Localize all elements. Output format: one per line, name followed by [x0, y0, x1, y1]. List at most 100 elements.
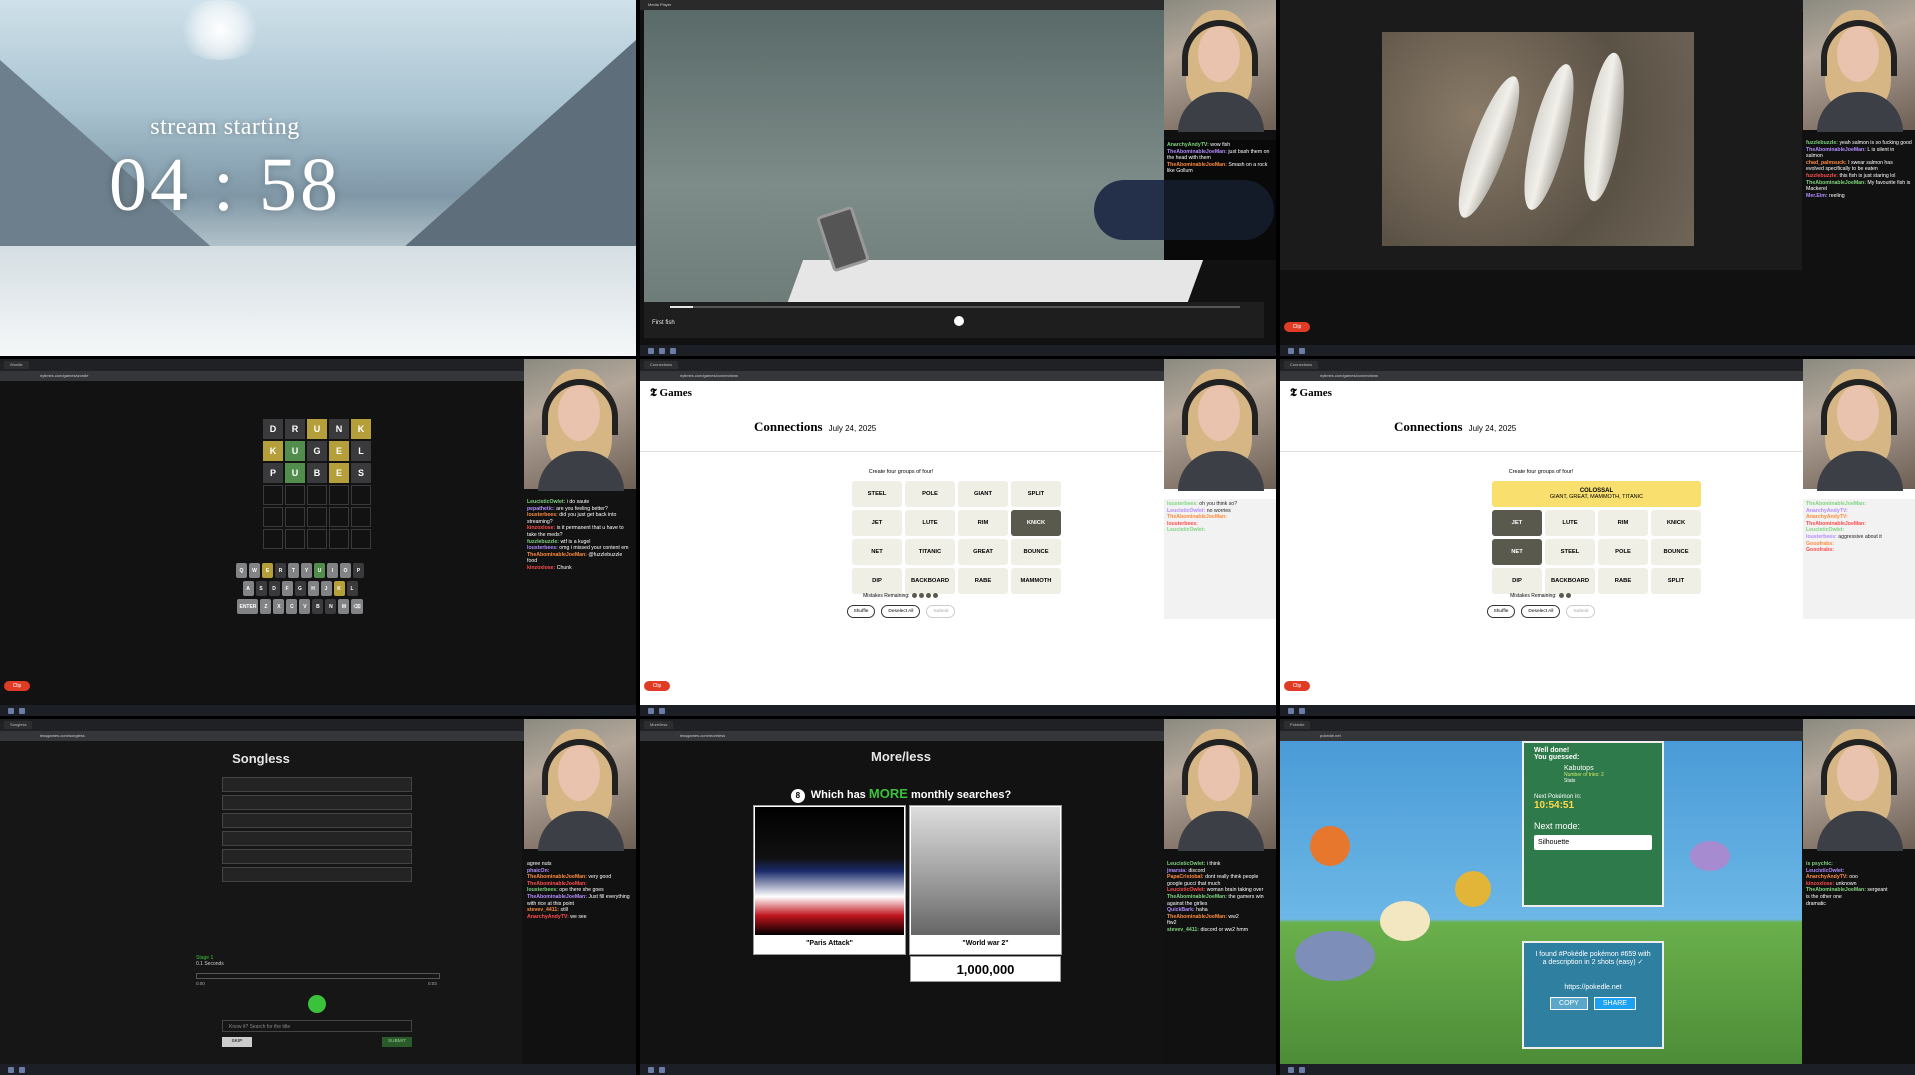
word-tile[interactable]: KNICK [1011, 510, 1061, 536]
chat-username[interactable]: LeucisticOwlet: [1167, 861, 1207, 867]
word-tile[interactable]: LUTE [1545, 510, 1595, 536]
video-progress-bar[interactable] [670, 306, 1240, 308]
start-icon[interactable] [8, 1066, 14, 1073]
search-icon[interactable] [19, 707, 25, 714]
tab-songless[interactable]: Songless [4, 721, 33, 729]
word-tile[interactable]: SPLIT [1651, 568, 1701, 594]
chat-username[interactable]: TheAbominableJoeMan: [1167, 514, 1227, 520]
chat-username[interactable]: chad_palmsuck: [1806, 160, 1848, 166]
chat-username[interactable]: TheAbominableJoeMan: [527, 552, 588, 558]
search-icon[interactable] [659, 707, 665, 714]
key-b[interactable]: B [312, 599, 324, 614]
search-icon[interactable] [1299, 1066, 1305, 1073]
shuffle-button[interactable]: Shuffle [1486, 605, 1516, 618]
key-h[interactable]: H [307, 581, 319, 596]
key-x[interactable]: X [273, 599, 285, 614]
key-q[interactable]: Q [236, 563, 247, 578]
chat-username[interactable]: pepathetic: [527, 506, 556, 512]
word-tile[interactable]: BOUNCE [1011, 539, 1061, 565]
start-icon[interactable] [8, 707, 14, 714]
chat-username[interactable]: AnarchyAndyTV: [527, 914, 570, 920]
key-g[interactable]: G [294, 581, 306, 596]
chat-username[interactable]: phaicOn: [527, 868, 549, 874]
word-tile[interactable]: TITANIC [905, 539, 955, 565]
word-tile[interactable]: GIANT [958, 481, 1008, 507]
key-l[interactable]: L [346, 581, 358, 596]
chat-username[interactable]: lousterbees: [527, 545, 559, 551]
submit-button[interactable]: Submit [1566, 605, 1596, 618]
chat-username[interactable]: LeucisticOwlet: [1806, 868, 1844, 874]
word-tile[interactable]: GREAT [958, 539, 1008, 565]
nyt-games-logo[interactable]: 𝕿 Games [650, 387, 692, 400]
next-mode-button[interactable]: Silhouette [1534, 835, 1652, 850]
chat-username[interactable]: TheAbominableJoeMan: [1806, 521, 1866, 527]
chat-username[interactable]: TheAbominableJoeMan: [1806, 147, 1867, 153]
key-k[interactable]: K [333, 581, 345, 596]
deselect-all-button[interactable]: Deselect All [881, 605, 921, 618]
chat-username[interactable]: LeucisticOwlet: [1167, 887, 1207, 893]
option-card-left[interactable]: "Paris Attack" [753, 805, 906, 955]
chat-username[interactable]: AnarchyAndyTV: [1806, 874, 1849, 880]
search-icon[interactable] [1299, 707, 1305, 714]
word-tile[interactable]: MAMMOTH [1011, 568, 1061, 594]
chat-username[interactable]: LeucisticOwlet: [1806, 527, 1844, 533]
chat-username[interactable]: AnarchyAndyTV: [1806, 514, 1848, 520]
chat-username[interactable]: LeucisticOwlet: [1167, 508, 1207, 514]
chat-username[interactable]: lousterbees: [1806, 534, 1838, 540]
word-tile[interactable]: DIP [852, 568, 902, 594]
tab-pokedle[interactable]: Pokédle [1284, 721, 1311, 729]
chat-username[interactable]: QuickBark: [1167, 907, 1196, 913]
chat-username[interactable]: is psychic: [1806, 861, 1833, 867]
stats-link[interactable]: Stats [1524, 778, 1662, 784]
chat-username[interactable]: fuzzlebuzzle: [527, 539, 560, 545]
tab-connections[interactable]: Connections [1284, 361, 1319, 369]
start-icon[interactable] [648, 347, 654, 354]
search-input[interactable]: Know it? Search for the title [222, 1020, 412, 1032]
search-icon[interactable] [19, 1066, 25, 1073]
key-r[interactable]: R [275, 563, 286, 578]
chat-username[interactable]: TheAbominableJoeMan: [1806, 180, 1867, 186]
chat-username[interactable]: LeucisticOwlet: [1167, 527, 1205, 533]
deselect-all-button[interactable]: Deselect All [1521, 605, 1561, 618]
chat-username[interactable]: TheAbominableJoeMan: [1167, 162, 1228, 168]
clip-button[interactable]: Clip [644, 681, 670, 691]
word-tile[interactable]: RABE [1598, 568, 1648, 594]
chat-username[interactable]: AnarchyAndyTV: [1167, 142, 1210, 148]
word-tile[interactable]: BOUNCE [1651, 539, 1701, 565]
key-n[interactable]: N [325, 599, 337, 614]
word-tile[interactable]: LUTE [905, 510, 955, 536]
chat-username[interactable]: lousterbees: [1167, 521, 1198, 527]
word-tile[interactable]: POLE [1598, 539, 1648, 565]
start-icon[interactable] [1288, 1066, 1294, 1073]
word-tile[interactable]: NET [1492, 539, 1542, 565]
word-tile[interactable]: STEEL [1545, 539, 1595, 565]
start-icon[interactable] [1288, 347, 1294, 354]
nyt-games-logo[interactable]: 𝕿 Games [1290, 387, 1332, 400]
chat-username[interactable]: Mer.Eim: [1806, 193, 1829, 199]
shuffle-button[interactable]: Shuffle [846, 605, 876, 618]
key-v[interactable]: V [299, 599, 311, 614]
clip-button[interactable]: Clip [4, 681, 30, 691]
word-tile[interactable]: RIM [1598, 510, 1648, 536]
chat-username[interactable]: PapaCristobal: [1167, 874, 1205, 880]
chat-username[interactable]: TheAbominableJoeMan: [1167, 914, 1228, 920]
submit-button[interactable]: Submit [926, 605, 956, 618]
key-e[interactable]: E [262, 563, 273, 578]
chat-username[interactable]: lousterbees: [527, 512, 559, 518]
chat-username[interactable]: TheAbominableJoeMan: [527, 874, 588, 880]
chat-username[interactable]: lousterbees: [1167, 501, 1199, 507]
key-s[interactable]: S [255, 581, 267, 596]
start-icon[interactable] [1288, 707, 1294, 714]
chat-username[interactable]: TheAbominableJoeMan: [1167, 149, 1228, 155]
key-f[interactable]: F [281, 581, 293, 596]
search-icon[interactable] [1299, 347, 1305, 354]
start-icon[interactable] [648, 1066, 654, 1073]
word-tile[interactable]: STEEL [852, 481, 902, 507]
word-tile[interactable]: RIM [958, 510, 1008, 536]
tab-wordle[interactable]: Wordle [4, 361, 29, 369]
skip-button[interactable]: SKIP [222, 1037, 252, 1047]
chat-username[interactable]: TheAbominableJoeMan: [1806, 887, 1867, 893]
key-z[interactable]: Z [260, 599, 272, 614]
chat-username[interactable]: fuzzlebuzzle: [1806, 173, 1839, 179]
search-icon[interactable] [659, 347, 665, 354]
